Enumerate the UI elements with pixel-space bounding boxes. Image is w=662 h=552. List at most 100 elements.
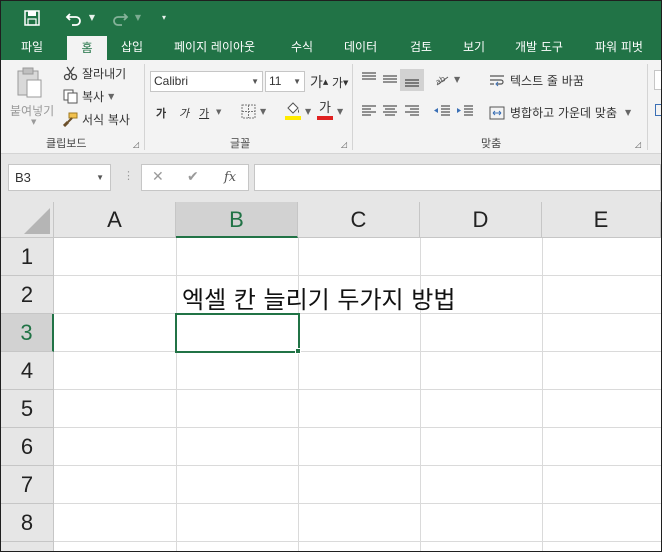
column-header-c[interactable]: C bbox=[298, 202, 420, 238]
quick-access-toolbar: ▼ ▼ ▾ bbox=[1, 1, 661, 34]
borders-button[interactable]: ▼ bbox=[241, 104, 266, 119]
font-name-select[interactable]: Calibri ▼ bbox=[150, 71, 263, 92]
tab-page-layout[interactable]: 페이지 레이아웃 bbox=[170, 34, 259, 60]
name-box[interactable]: B3 ▼ bbox=[8, 164, 111, 191]
underline-dropdown-icon[interactable]: ▼ bbox=[216, 108, 221, 116]
borders-dropdown-icon[interactable]: ▼ bbox=[260, 107, 266, 116]
fill-color-dropdown-icon[interactable]: ▼ bbox=[305, 107, 311, 116]
tab-formulas[interactable]: 수식 bbox=[287, 34, 317, 60]
alignment-group-label: 맞춤 bbox=[481, 137, 502, 150]
undo-icon[interactable] bbox=[63, 1, 85, 34]
redo-icon[interactable] bbox=[109, 1, 131, 34]
cancel-icon[interactable]: ✕ bbox=[152, 165, 164, 190]
paste-button[interactable]: 붙여넣기 bbox=[10, 102, 54, 119]
align-top-icon[interactable] bbox=[360, 72, 378, 86]
font-name-value: Calibri bbox=[154, 74, 189, 88]
wrap-text-label: 텍스트 줄 바꿈 bbox=[510, 74, 584, 88]
chevron-down-icon: ▼ bbox=[251, 77, 259, 86]
align-left-icon[interactable] bbox=[360, 104, 378, 118]
column-header-a[interactable]: A bbox=[54, 202, 176, 238]
customize-qat-icon[interactable]: ▾ bbox=[157, 1, 171, 34]
formula-input[interactable] bbox=[254, 164, 661, 191]
merge-center-dropdown-icon[interactable]: ▼ bbox=[625, 108, 631, 117]
font-color-dropdown-icon[interactable]: ▼ bbox=[337, 107, 343, 116]
cut-label: 잘라내기 bbox=[82, 67, 127, 81]
group-divider bbox=[144, 64, 145, 150]
row-header-1[interactable]: 1 bbox=[1, 238, 54, 276]
cell-b2[interactable]: 엑셀 칸 늘리기 두가지 방법 bbox=[182, 280, 455, 315]
row-header-6[interactable]: 6 bbox=[1, 428, 54, 466]
gridline bbox=[54, 541, 661, 542]
clipboard-group-label: 클립보드 bbox=[46, 137, 87, 150]
fill-handle[interactable] bbox=[295, 348, 301, 354]
redo-dropdown-icon[interactable]: ▼ bbox=[133, 1, 143, 34]
orientation-dropdown-icon[interactable]: ▼ bbox=[454, 75, 460, 84]
copy-button[interactable]: 복사 ▼ bbox=[63, 88, 114, 105]
font-color-icon: 가 bbox=[317, 102, 333, 120]
increase-font-glyph: 가 bbox=[310, 75, 323, 91]
merge-center-button[interactable]: 병합하고 가운데 맞춤 ▼ bbox=[489, 104, 631, 121]
row-header-3[interactable]: 3 bbox=[1, 314, 54, 352]
increase-font-button[interactable]: 가 ▲ bbox=[310, 72, 328, 92]
tab-developer[interactable]: 개발 도구 bbox=[511, 34, 567, 60]
row-header-2[interactable]: 2 bbox=[1, 276, 54, 314]
chevron-down-icon: ▼ bbox=[96, 173, 104, 182]
tab-file[interactable]: 파일 bbox=[17, 34, 47, 60]
merge-center-icon bbox=[489, 106, 507, 120]
paste-icon[interactable] bbox=[11, 66, 47, 100]
decrease-indent-icon[interactable] bbox=[433, 104, 451, 118]
column-header-b[interactable]: B bbox=[176, 202, 298, 238]
font-size-value: 11 bbox=[269, 74, 282, 88]
column-header-d[interactable]: D bbox=[420, 202, 542, 238]
clipboard-launcher-icon[interactable]: ◿ bbox=[133, 140, 139, 149]
active-cell-b3[interactable] bbox=[175, 313, 300, 353]
row-header-9[interactable] bbox=[1, 542, 54, 551]
enter-icon[interactable]: ✔ bbox=[187, 165, 199, 190]
underline-button[interactable]: 가 bbox=[199, 105, 209, 121]
paste-dropdown-icon[interactable]: ▼ bbox=[31, 118, 36, 126]
font-color-glyph: 가 bbox=[319, 101, 331, 116]
copy-dropdown-icon[interactable]: ▼ bbox=[108, 92, 114, 101]
align-center-icon[interactable] bbox=[381, 104, 399, 118]
bold-button[interactable]: 가 bbox=[156, 105, 166, 121]
gridline bbox=[54, 427, 661, 428]
align-bottom-icon[interactable] bbox=[400, 69, 424, 91]
align-middle-icon[interactable] bbox=[381, 72, 399, 86]
gridline bbox=[176, 238, 177, 551]
italic-button[interactable]: 가 bbox=[179, 105, 189, 121]
formula-bar-grip-icon[interactable]: ⋮ bbox=[123, 169, 134, 182]
tab-insert[interactable]: 삽입 bbox=[117, 34, 147, 60]
select-all-button[interactable] bbox=[1, 202, 54, 238]
tab-data[interactable]: 데이터 bbox=[340, 34, 381, 60]
wrap-text-button[interactable]: 텍스트 줄 바꿈 bbox=[489, 72, 584, 89]
orientation-button[interactable]: ab ▼ bbox=[434, 71, 460, 87]
row-header-4[interactable]: 4 bbox=[1, 352, 54, 390]
tab-view[interactable]: 보기 bbox=[459, 34, 489, 60]
gridline bbox=[54, 389, 661, 390]
align-right-icon[interactable] bbox=[403, 104, 421, 118]
tab-power-pivot[interactable]: 파워 피벗 bbox=[591, 34, 647, 60]
save-icon[interactable] bbox=[21, 1, 43, 34]
column-header-e[interactable]: E bbox=[542, 202, 661, 238]
alignment-launcher-icon[interactable]: ◿ bbox=[635, 140, 641, 149]
gridline bbox=[54, 503, 661, 504]
format-painter-button[interactable]: 서식 복사 bbox=[63, 111, 130, 128]
fill-color-button[interactable]: ▼ bbox=[285, 102, 311, 120]
row-header-7[interactable]: 7 bbox=[1, 466, 54, 504]
formula-buttons: ✕ ✔ fx bbox=[141, 164, 249, 191]
font-size-select[interactable]: 11 ▼ bbox=[265, 71, 305, 92]
decrease-font-button[interactable]: 가 ▼ bbox=[332, 74, 348, 91]
number-format-select[interactable] bbox=[654, 70, 661, 90]
font-color-button[interactable]: 가 ▼ bbox=[317, 102, 343, 120]
row-header-8[interactable]: 8 bbox=[1, 504, 54, 542]
number-format-icon[interactable] bbox=[655, 104, 661, 116]
tab-review[interactable]: 검토 bbox=[406, 34, 436, 60]
font-launcher-icon[interactable]: ◿ bbox=[341, 140, 347, 149]
tab-home[interactable]: 홈 bbox=[67, 36, 107, 60]
cut-button[interactable]: 잘라내기 bbox=[63, 65, 126, 82]
decrease-font-glyph: 가 bbox=[332, 76, 344, 90]
insert-function-button[interactable]: fx bbox=[224, 165, 236, 190]
increase-indent-icon[interactable] bbox=[456, 104, 474, 118]
row-header-5[interactable]: 5 bbox=[1, 390, 54, 428]
undo-dropdown-icon[interactable]: ▼ bbox=[87, 1, 97, 34]
